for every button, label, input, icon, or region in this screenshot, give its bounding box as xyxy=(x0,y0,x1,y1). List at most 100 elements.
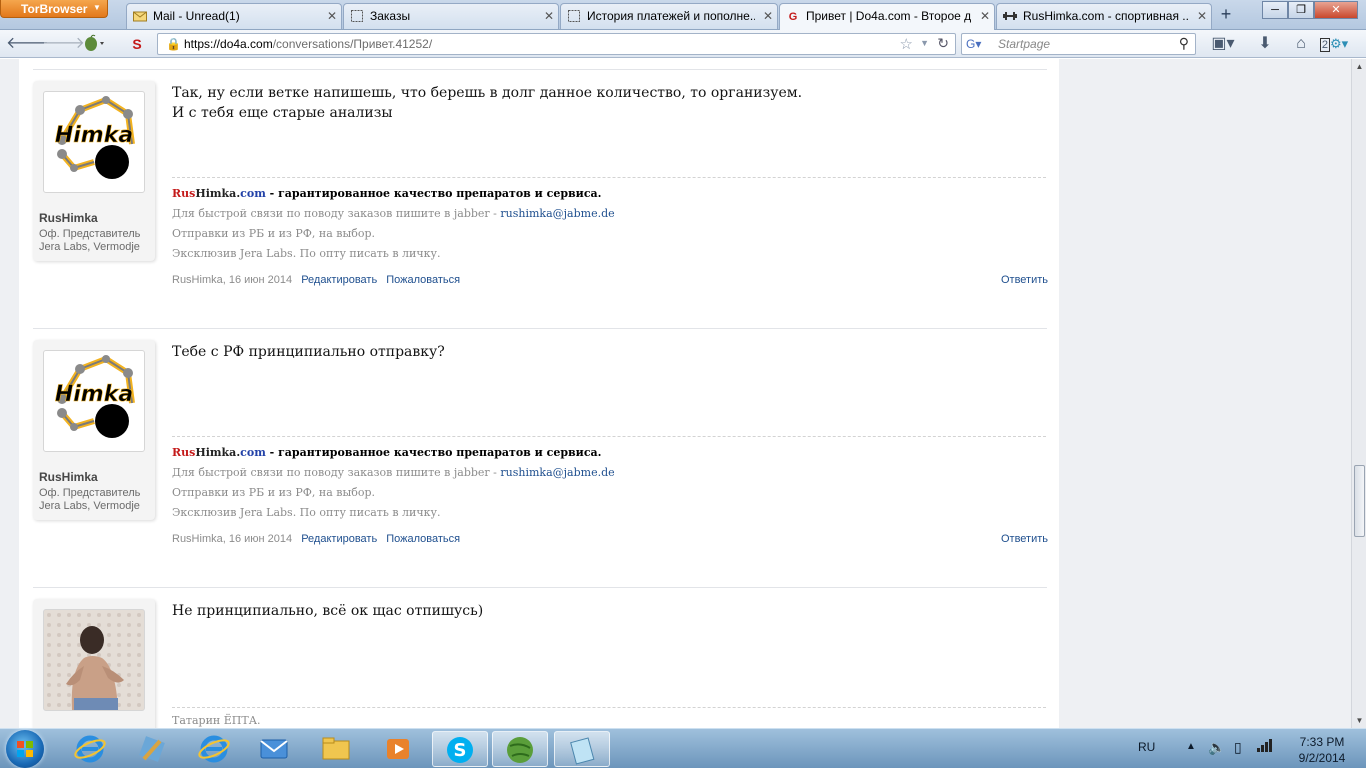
tor-browser-menu-button[interactable]: TorBrowser ▼ xyxy=(0,0,108,18)
scroll-down-arrow-icon[interactable]: ▼ xyxy=(1352,713,1366,728)
author-date[interactable]: RusHimka, 16 июн 2014 xyxy=(172,533,292,545)
page-viewport: Himka RusHimka Оф. Представитель Jera La… xyxy=(0,59,1351,728)
network-signal-icon[interactable] xyxy=(1256,737,1274,768)
window-close-button[interactable]: ✕ xyxy=(1314,1,1358,19)
back-button[interactable]: 🡐 xyxy=(6,34,49,54)
report-link[interactable]: Пожаловаться xyxy=(386,274,460,286)
svg-text:Himka: Himka xyxy=(55,123,133,148)
bookmark-star-icon[interactable]: ☆ xyxy=(900,35,913,53)
noscript-button[interactable]: S xyxy=(126,34,148,54)
show-hidden-icons-icon[interactable]: ▲ xyxy=(1186,741,1196,768)
mail-icon xyxy=(260,739,288,759)
tab-rushimka[interactable]: RusHimka.com - спортивная ... ✕ xyxy=(996,3,1212,29)
taskbar-tools[interactable] xyxy=(124,731,180,767)
media-player-icon xyxy=(387,739,409,759)
maximize-button[interactable]: ❐ xyxy=(1288,1,1314,19)
new-tab-button[interactable]: + xyxy=(1213,4,1239,26)
message-meta: RusHimka, 16 июн 2014 Редактировать Пожа… xyxy=(172,533,1048,545)
skype-icon: S xyxy=(447,737,473,763)
author-date[interactable]: RusHimka, 16 июн 2014 xyxy=(172,274,292,286)
tab-mail[interactable]: Mail - Unread(1) ✕ xyxy=(126,3,342,29)
username[interactable]: RusHimka xyxy=(39,470,98,484)
jabber-link[interactable]: rushimka@jabme.de xyxy=(500,466,614,479)
edit-link[interactable]: Редактировать xyxy=(301,274,377,286)
scrollbar-thumb[interactable] xyxy=(1354,465,1365,537)
chevron-down-icon[interactable]: ▼ xyxy=(920,38,929,48)
minimize-button[interactable]: ─ xyxy=(1262,1,1288,19)
taskbar-internet-explorer-2[interactable] xyxy=(186,731,242,767)
jabber-link[interactable]: rushimka@jabme.de xyxy=(500,207,614,220)
close-icon[interactable]: ✕ xyxy=(327,9,337,23)
message-item: Не принципиально, всё ок щас отпишусь) Т… xyxy=(33,589,1047,728)
close-icon[interactable]: ✕ xyxy=(544,9,554,23)
taskbar-explorer[interactable] xyxy=(308,731,364,767)
mail-icon xyxy=(133,10,147,24)
signature-text: Для быстрой связи по поводу заказов пиши… xyxy=(172,207,501,220)
url-path: /conversations/Привет.41252/ xyxy=(272,37,433,51)
vertical-scrollbar[interactable]: ▲ ▼ xyxy=(1351,59,1366,728)
reply-link[interactable]: Ответить xyxy=(1001,274,1048,286)
signature-divider xyxy=(172,177,1046,178)
taskbar-media-player[interactable] xyxy=(370,731,426,767)
close-icon[interactable]: ✕ xyxy=(980,9,990,23)
taskbar-mail[interactable] xyxy=(246,731,302,767)
search-bar[interactable]: G▾ Startpage ⚲ xyxy=(961,33,1196,55)
bookmarks-menu-button[interactable]: ▣▾ xyxy=(1208,34,1238,54)
reload-icon[interactable]: ↻ xyxy=(937,35,949,52)
language-indicator[interactable]: RU xyxy=(1138,740,1155,768)
tab-label: Привет | Do4a.com - Второе д... xyxy=(806,9,972,23)
taskbar-tor-browser[interactable] xyxy=(492,731,548,767)
close-icon[interactable]: ✕ xyxy=(763,9,773,23)
close-icon[interactable]: ✕ xyxy=(1197,9,1207,23)
brand-himka: Himka xyxy=(195,187,237,200)
report-link[interactable]: Пожаловаться xyxy=(386,533,460,545)
avatar[interactable]: Himka xyxy=(43,350,145,452)
clock-time: 7:33 PM xyxy=(1299,735,1345,749)
taskbar-internet-explorer[interactable] xyxy=(62,731,118,767)
avatar[interactable]: Himka xyxy=(43,91,145,193)
downloads-icon[interactable]: ⬇ xyxy=(1254,34,1276,54)
message-text: Тебе с РФ принципиально отправку? xyxy=(172,344,445,360)
signature-line: Для быстрой связи по поводу заказов пиши… xyxy=(172,204,1047,224)
tab-payment-history[interactable]: История платежей и пополне... ✕ xyxy=(560,3,778,29)
user-photo-icon xyxy=(44,610,144,710)
tab-orders[interactable]: Заказы ✕ xyxy=(343,3,559,29)
avatar[interactable] xyxy=(43,609,145,711)
taskbar-notepad[interactable] xyxy=(554,731,610,767)
brand-himka: Himka xyxy=(195,446,237,459)
home-icon[interactable]: ⌂ xyxy=(1290,34,1312,54)
user-card: Himka RusHimka Оф. Представитель Jera La… xyxy=(33,81,155,261)
user-card xyxy=(33,599,155,728)
addon-button[interactable]: 2 ⚙▾ xyxy=(1314,34,1354,54)
tab-do4a-active[interactable]: G Привет | Do4a.com - Второе д... ✕ xyxy=(779,3,995,30)
tor-onion-button[interactable] xyxy=(80,34,110,54)
user-card: Himka RusHimka Оф. Представитель Jera La… xyxy=(33,340,155,520)
user-title-line: Оф. Представитель xyxy=(39,487,141,499)
search-icon[interactable]: ⚲ xyxy=(1179,35,1189,52)
scroll-up-arrow-icon[interactable]: ▲ xyxy=(1352,59,1366,74)
clock-date: 9/2/2014 xyxy=(1298,751,1346,765)
message-body: Так, ну если ветке напишешь, что берешь … xyxy=(172,83,1047,123)
address-bar[interactable]: 🔒 https://do4a.com/conversations/Привет.… xyxy=(157,33,956,55)
start-button[interactable] xyxy=(6,730,44,768)
windows-taskbar: S RU ▲ 🔈 ▯ 7:33 PM 9/2/2014 xyxy=(0,728,1366,768)
taskbar-skype[interactable]: S xyxy=(432,731,488,767)
battery-icon[interactable]: ▯ xyxy=(1234,739,1242,768)
username[interactable]: RusHimka xyxy=(39,211,98,225)
signature-headline: RusHimka.com - гарантированное качество … xyxy=(172,184,1047,204)
brand-rus: Rus xyxy=(172,446,196,459)
do4a-icon: G xyxy=(788,11,798,23)
speaker-icon[interactable]: 🔈 xyxy=(1208,739,1225,768)
internet-explorer-icon xyxy=(198,735,230,763)
forward-button[interactable]: 🡒 xyxy=(42,34,85,54)
signature-line: Отправки из РБ и из РФ, на выбор. xyxy=(172,486,376,499)
tor-browser-label: TorBrowser xyxy=(21,2,88,16)
search-engine-icon[interactable]: G▾ xyxy=(966,37,981,51)
reply-link[interactable]: Ответить xyxy=(1001,533,1048,545)
signature-tagline: - гарантированное качество препаратов и … xyxy=(265,187,602,200)
user-title-line: Оф. Представитель xyxy=(39,228,141,240)
page-icon xyxy=(567,10,581,24)
system-clock[interactable]: 7:33 PM 9/2/2014 xyxy=(1287,734,1357,766)
himka-logo-icon: Himka xyxy=(55,96,135,179)
edit-link[interactable]: Редактировать xyxy=(301,533,377,545)
